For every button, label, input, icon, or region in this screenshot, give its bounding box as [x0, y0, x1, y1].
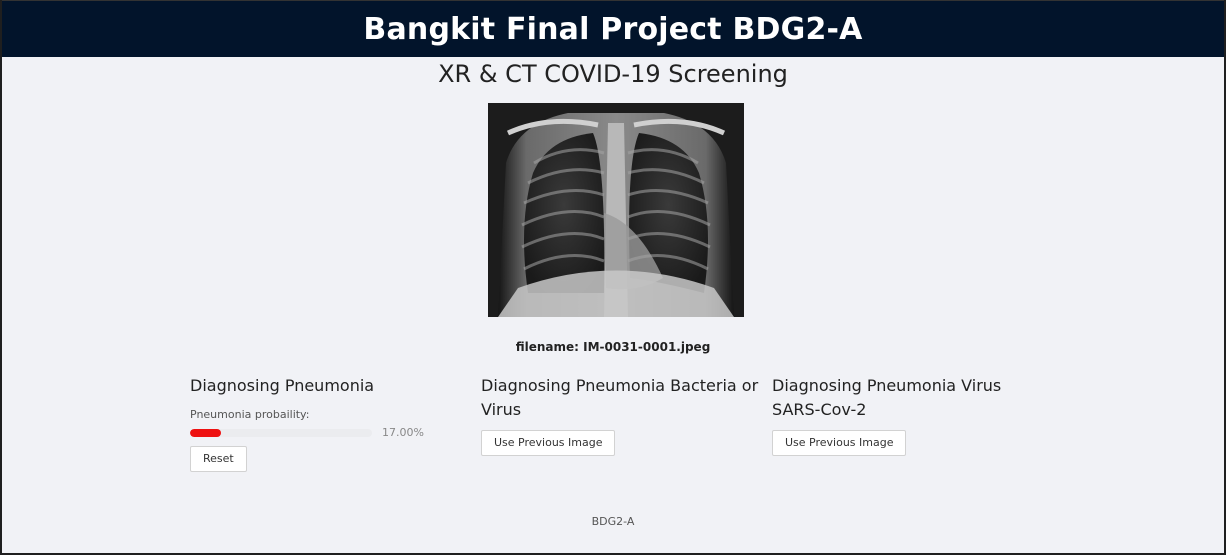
pneumonia-progress-fill: [190, 429, 221, 437]
app-title: Bangkit Final Project BDG2-A: [363, 11, 863, 47]
panel-pneumonia: Diagnosing Pneumonia Pneumonia probailit…: [190, 374, 470, 472]
app-header: Bangkit Final Project BDG2-A: [2, 0, 1224, 57]
pneumonia-probability-label: Pneumonia probaility:: [190, 408, 310, 421]
pneumonia-probability-row: 17.00%: [190, 426, 470, 440]
panel-bacteria-virus: Diagnosing Pneumonia Bacteria or Virus U…: [481, 374, 761, 456]
pneumonia-progress-bar: [190, 429, 372, 437]
panel-sars-cov-2-title: Diagnosing Pneumonia Virus SARS-Cov-2: [772, 376, 1002, 419]
xray-illustration: [488, 103, 744, 317]
footer-text: BDG2-A: [591, 515, 635, 528]
use-previous-image-button[interactable]: Use Previous Image: [772, 430, 907, 456]
pneumonia-probability-value: 17.00%: [382, 426, 424, 439]
panel-bacteria-virus-title: Diagnosing Pneumonia Bacteria or Virus: [481, 376, 759, 419]
page-subtitle: XR & CT COVID-19 Screening: [438, 60, 788, 88]
panel-sars-cov-2: Diagnosing Pneumonia Virus SARS-Cov-2 Us…: [772, 374, 1052, 456]
panel-pneumonia-title: Diagnosing Pneumonia: [190, 376, 375, 395]
reset-button[interactable]: Reset: [190, 446, 247, 472]
image-filename: filename: IM-0031-0001.jpeg: [515, 340, 711, 354]
use-previous-image-button[interactable]: Use Previous Image: [481, 430, 616, 456]
chest-xray-image: [488, 103, 744, 317]
